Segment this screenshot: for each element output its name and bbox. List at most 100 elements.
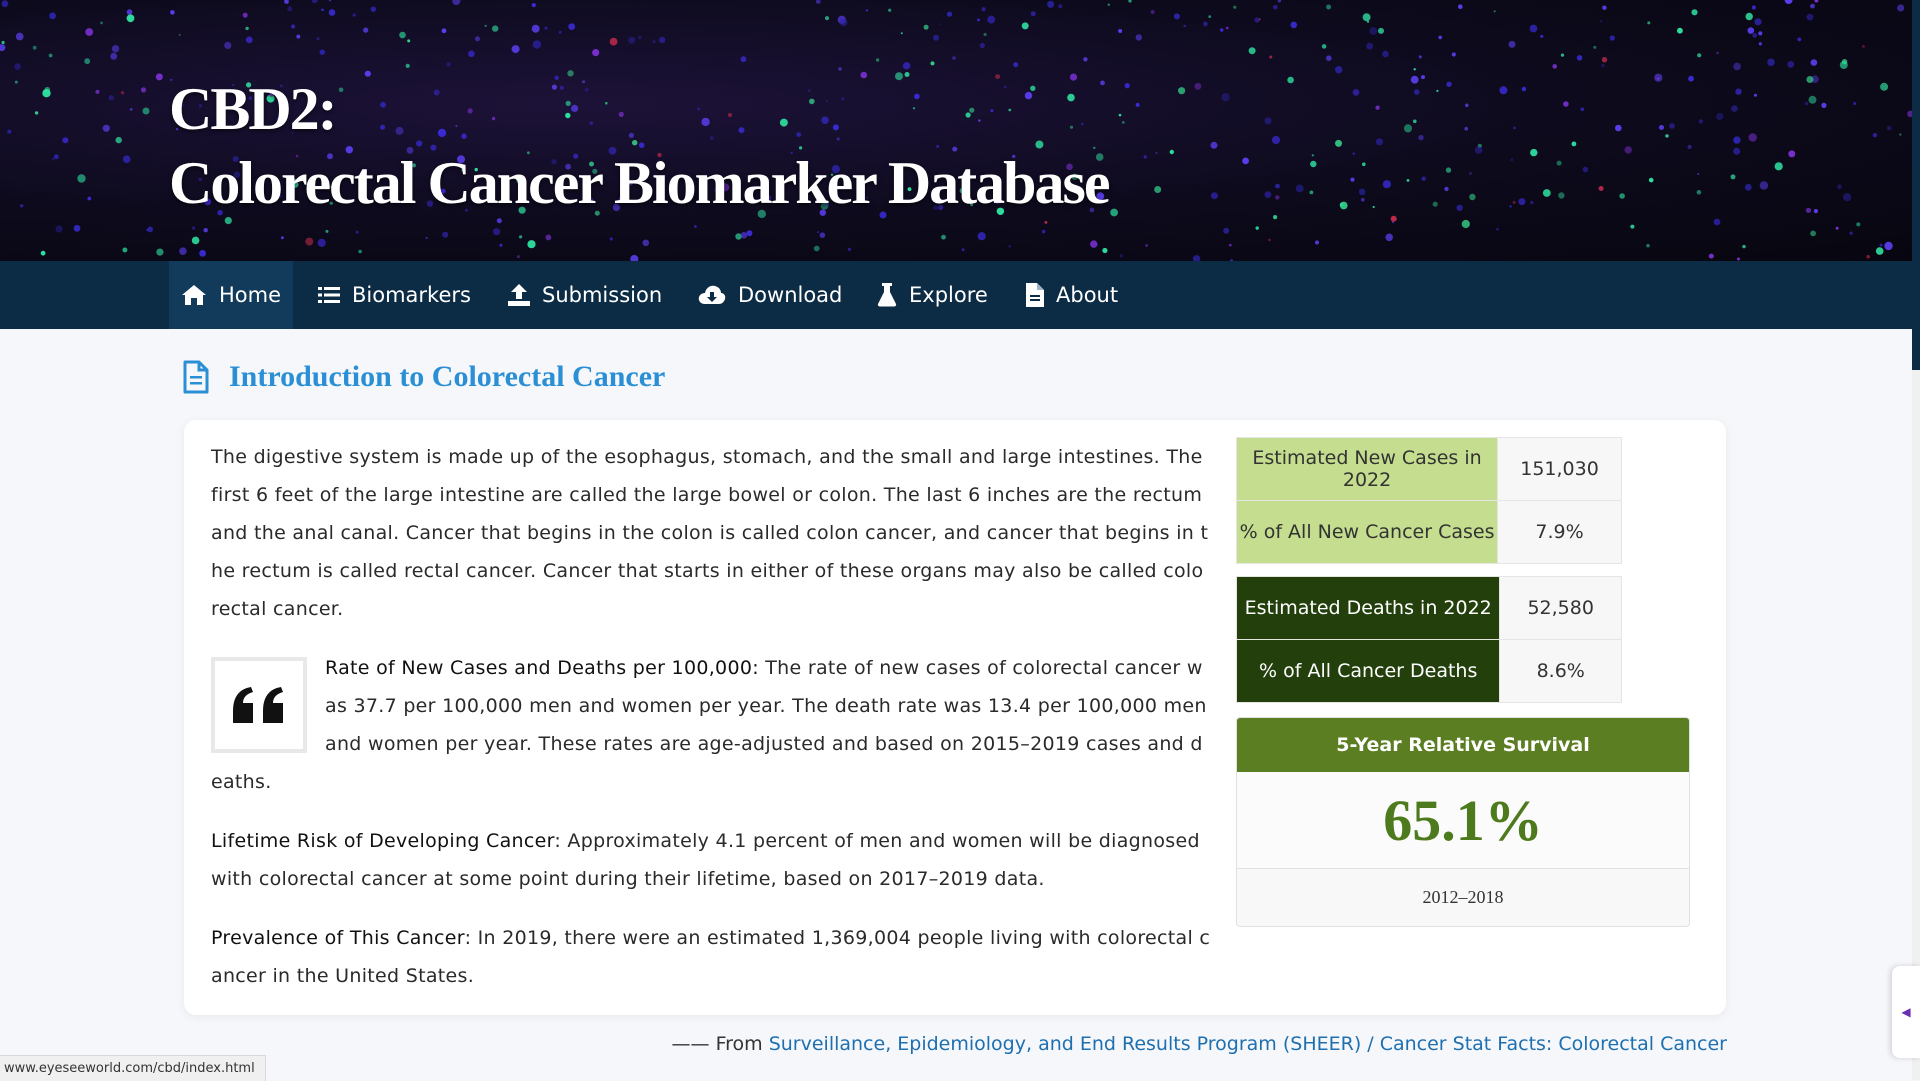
- speckle: [287, 6, 293, 12]
- rate-paragraph: Rate of New Cases and Deaths per 100,000…: [211, 649, 1211, 801]
- speckle: [1475, 146, 1483, 154]
- speckle: [933, 34, 940, 41]
- speckle: [1698, 119, 1704, 124]
- nav-item-about[interactable]: About: [1026, 261, 1118, 329]
- speckle: [1665, 134, 1669, 138]
- nav-item-download[interactable]: Download: [698, 261, 842, 329]
- nav-item-biomarkers[interactable]: Biomarkers: [318, 261, 471, 329]
- speckle: [1421, 75, 1425, 80]
- speckle: [900, 32, 903, 35]
- speckle: [1352, 152, 1356, 155]
- speckle: [1510, 158, 1514, 161]
- speckle: [1647, 21, 1651, 25]
- speckle: [1744, 183, 1752, 191]
- source-link[interactable]: Surveillance, Epidemiology, and End Resu…: [769, 1033, 1727, 1055]
- speckle: [1821, 102, 1827, 108]
- speckle: [100, 21, 103, 25]
- speckle: [1013, 62, 1019, 68]
- speckle: [62, 137, 69, 144]
- speckle: [1135, 34, 1143, 41]
- speckle: [519, 235, 523, 239]
- speckle: [1716, 51, 1719, 55]
- speckle: [819, 232, 826, 238]
- speckle: [1390, 215, 1397, 222]
- speckle: [1041, 229, 1046, 234]
- speckle: [1225, 26, 1229, 30]
- speckle: [20, 204, 24, 208]
- table-row: % of All Cancer Deaths 8.6%: [1235, 639, 1622, 703]
- speckle: [1880, 82, 1889, 91]
- speckle: [1835, 226, 1839, 230]
- speckle: [111, 45, 120, 53]
- speckle: [499, 243, 503, 247]
- speckle: [140, 87, 147, 93]
- speckle: [155, 73, 163, 81]
- deaths-table: Estimated Deaths in 2022 52,580 % of All…: [1235, 576, 1622, 703]
- speckle: [15, 32, 24, 41]
- speckle: [1598, 186, 1604, 191]
- speckle: [987, 15, 996, 24]
- speckle: [1753, 93, 1757, 97]
- speckle: [484, 24, 487, 28]
- speckle: [1124, 83, 1130, 89]
- speckle: [609, 237, 613, 241]
- speckle: [1264, 191, 1272, 199]
- speckle: [1742, 244, 1746, 249]
- speckle: [1352, 89, 1360, 96]
- speckle: [545, 234, 552, 241]
- speckle: [1856, 222, 1861, 227]
- speckle: [203, 228, 208, 233]
- speckle: [1897, 4, 1905, 12]
- speckle: [1128, 0, 1132, 3]
- speckle: [355, 230, 359, 234]
- intro-text: The digestive system is made up of the e…: [211, 438, 1211, 1016]
- nav-item-explore[interactable]: Explore: [877, 261, 988, 329]
- nav-item-submission[interactable]: Submission: [508, 261, 662, 329]
- speckle: [85, 28, 94, 36]
- speckle: [1456, 204, 1463, 211]
- speckle: [1630, 224, 1635, 229]
- speckle: [328, 9, 336, 16]
- speckle: [1862, 45, 1865, 48]
- speckle: [452, 0, 461, 6]
- speckle: [199, 249, 207, 257]
- speckle: [87, 196, 92, 201]
- speckle: [1601, 57, 1608, 63]
- speckle: [1469, 172, 1472, 175]
- speckle: [1119, 254, 1123, 258]
- speckle: [1659, 125, 1664, 130]
- speckle: [492, 25, 499, 32]
- speckle: [1310, 160, 1317, 168]
- speckle: [941, 234, 946, 240]
- scrollbar-thumb[interactable]: [1912, 0, 1920, 370]
- speckle: [108, 95, 114, 101]
- speckle: [1358, 188, 1366, 196]
- speckle: [1242, 157, 1249, 165]
- speckle: [1418, 134, 1424, 141]
- speckle: [531, 24, 540, 33]
- speckle: [1752, 33, 1758, 38]
- speckle: [305, 237, 314, 246]
- survival-title: 5-Year Relative Survival: [1237, 718, 1689, 772]
- speckle: [1731, 105, 1738, 112]
- quote-box: [211, 657, 307, 753]
- speckle: [1677, 27, 1683, 34]
- speckle: [1540, 34, 1544, 38]
- speckle: [1, 40, 5, 45]
- lifetime-label: Lifetime Risk of Developing Cancer: [211, 830, 555, 852]
- rate-label: Rate of New Cases and Deaths per 100,000…: [325, 657, 759, 679]
- speckle: [363, 27, 369, 33]
- speckle: [1518, 198, 1526, 206]
- speckle: [1410, 75, 1419, 84]
- speckle: [516, 255, 520, 259]
- speckle: [1872, 133, 1878, 138]
- speckle: [407, 39, 411, 43]
- speckle: [1733, 147, 1741, 155]
- side-panel-tab[interactable]: ◀: [1892, 966, 1920, 1058]
- speckle: [1255, 226, 1259, 230]
- speckle: [1254, 17, 1260, 23]
- nav-item-home[interactable]: Home: [169, 261, 293, 329]
- speckle: [1194, 83, 1202, 90]
- speckle: [178, 33, 181, 36]
- speckle: [1107, 3, 1111, 6]
